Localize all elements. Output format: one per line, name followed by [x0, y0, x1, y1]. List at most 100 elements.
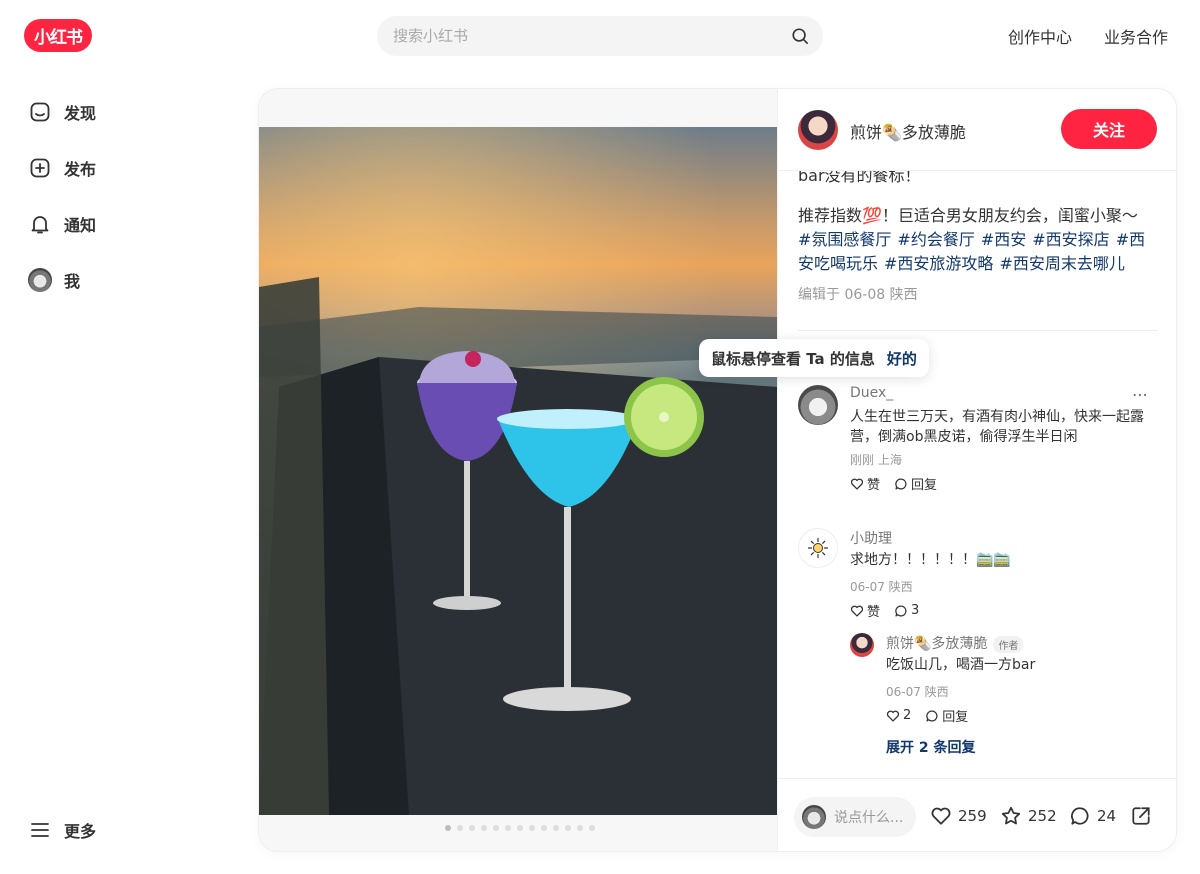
pagination-dot[interactable] — [469, 825, 475, 831]
sidebar-item-publish[interactable]: 发布 — [16, 144, 226, 192]
pagination-dot[interactable] — [541, 825, 547, 831]
top-bar: 小红书 创作中心 业务合作 — [0, 0, 1200, 72]
author-name[interactable]: 煎饼🌯多放薄脆 — [850, 119, 966, 143]
tag-link[interactable]: #西安探店 — [1032, 230, 1109, 249]
tooltip-ok-button[interactable]: 好的 — [887, 348, 917, 369]
creator-center-link[interactable]: 创作中心 — [1008, 24, 1072, 48]
engage-bar: 说点什么... 259 252 24 — [778, 778, 1176, 851]
tag-link[interactable]: #西安周末去哪儿 — [999, 254, 1124, 273]
reply-item: 煎饼🌯多放薄脆 作者 吃饭山几，喝酒一方bar 06-07 陕西 2 回复 — [850, 633, 1150, 725]
search-icon[interactable] — [791, 27, 809, 45]
pagination-dot[interactable] — [493, 825, 499, 831]
tag-link[interactable]: #约会餐厅 — [897, 230, 974, 249]
avatar — [802, 805, 826, 829]
comment-text: 求地方！！！！！！🚞🚞 — [850, 552, 1011, 568]
search-input[interactable] — [393, 16, 773, 56]
note-photo[interactable] — [259, 127, 777, 815]
image-pagination[interactable] — [445, 825, 595, 831]
search-box[interactable] — [377, 16, 823, 56]
divider — [798, 330, 1158, 331]
sidebar-item-discover[interactable]: 发现 — [16, 88, 226, 136]
pagination-dot[interactable] — [517, 825, 523, 831]
edit-meta: 编辑于 06-08 陕西 — [798, 287, 918, 303]
sidebar-item-label: 更多 — [64, 822, 97, 841]
heart-icon — [850, 605, 864, 617]
reply-button[interactable]: 回复 — [894, 474, 937, 493]
sun-icon — [807, 537, 829, 559]
follow-button[interactable]: 关注 — [1061, 109, 1157, 149]
collect-button[interactable]: 252 — [1000, 805, 1057, 827]
collect-count: 252 — [1028, 807, 1057, 825]
comment-item: 小助理 求地方！！！！！！🚞🚞 06-07 陕西 赞 3 — [798, 528, 1158, 628]
pagination-dot[interactable] — [529, 825, 535, 831]
pagination-dot[interactable] — [481, 825, 487, 831]
avatar — [28, 268, 52, 292]
hover-tip-popup: 鼠标悬停查看 Ta 的信息 好的 — [699, 339, 929, 377]
reply-actions: 2 回复 — [886, 706, 968, 725]
tag-link[interactable]: #西安 — [981, 230, 1026, 249]
reply-button[interactable]: 3 — [894, 603, 919, 618]
plus-icon — [28, 156, 52, 180]
sidebar-item-label: 我 — [64, 272, 81, 291]
comment-input[interactable]: 说点什么... — [794, 797, 916, 837]
share-icon — [1132, 807, 1150, 825]
logo[interactable]: 小红书 — [24, 19, 92, 52]
heart-icon — [931, 807, 951, 825]
comment-icon — [926, 709, 938, 722]
avatar[interactable] — [798, 385, 838, 425]
tag-link[interactable]: #西安旅游攻略 — [884, 254, 993, 273]
pagination-dot[interactable] — [505, 825, 511, 831]
comment-item: Duex_ ⋯ 人生在世三万天，有酒有肉小神仙，快来一起露营，倒满ob黑皮诺，偷… — [798, 385, 1158, 495]
comment-meta: 06-07 陕西 — [850, 580, 913, 594]
sidebar-item-me[interactable]: 我 — [16, 256, 226, 304]
comment-text: 人生在世三万天，有酒有肉小神仙，快来一起露营，倒满ob黑皮诺，偷得浮生半日闲 — [850, 409, 1144, 445]
reply-text: 吃饭山几，喝酒一方bar — [886, 657, 1036, 673]
pagination-dot[interactable] — [445, 825, 451, 831]
cocktail-image — [259, 127, 777, 815]
pagination-dot[interactable] — [553, 825, 559, 831]
note-desc: 推荐指数💯！巨适合男女朋友约会，闺蜜小聚～ — [798, 206, 1138, 225]
reply-button[interactable]: 回复 — [925, 706, 968, 725]
avatar[interactable] — [798, 528, 838, 568]
author-avatar[interactable] — [798, 110, 838, 150]
comment-actions: 赞 回复 — [850, 474, 937, 493]
note-panel: bar没有的餐标！ 推荐指数💯！巨适合男女朋友约会，闺蜜小聚～ #氛围感餐厅 #约… — [777, 89, 1176, 851]
tag-link[interactable]: #氛围感餐厅 — [798, 230, 891, 249]
comment-button[interactable]: 24 — [1069, 805, 1116, 827]
sidebar-item-label: 发现 — [64, 104, 97, 123]
pagination-dot[interactable] — [589, 825, 595, 831]
like-button[interactable]: 2 — [886, 708, 911, 723]
like-button[interactable]: 赞 — [850, 601, 880, 620]
comment-icon — [895, 604, 907, 617]
share-button[interactable] — [1130, 805, 1152, 827]
comment-author[interactable]: 小助理 — [850, 528, 892, 548]
heart-icon — [850, 478, 864, 490]
author-bar: 煎饼🌯多放薄脆 关注 — [778, 89, 1176, 171]
pagination-dot[interactable] — [457, 825, 463, 831]
like-button[interactable]: 259 — [930, 805, 987, 827]
media-viewer[interactable] — [259, 89, 777, 851]
comment-icon — [1071, 807, 1089, 825]
pagination-dot[interactable] — [565, 825, 571, 831]
star-icon — [1001, 806, 1021, 825]
like-button[interactable]: 赞 — [850, 474, 880, 493]
pagination-dot[interactable] — [577, 825, 583, 831]
business-link[interactable]: 业务合作 — [1104, 24, 1168, 48]
comment-actions: 赞 3 — [850, 601, 919, 620]
heart-icon — [886, 710, 900, 722]
expand-replies-link[interactable]: 展开 2 条回复 — [886, 737, 976, 757]
avatar[interactable] — [850, 633, 874, 657]
author-badge: 作者 — [993, 635, 1024, 653]
sidebar-item-label: 通知 — [64, 216, 97, 235]
sidebar-item-more[interactable]: 更多 — [16, 806, 226, 854]
comment-input-placeholder: 说点什么... — [834, 810, 904, 826]
comment-author[interactable]: Duex_ — [850, 385, 893, 401]
reply-author[interactable]: 煎饼🌯多放薄脆 作者 — [886, 633, 1024, 653]
sidebar-item-notifications[interactable]: 通知 — [16, 200, 226, 248]
more-icon[interactable]: ⋯ — [1132, 385, 1148, 404]
note-tags: #氛围感餐厅 #约会餐厅 #西安 #西安探店 #西安吃喝玩乐 #西安旅游攻略 #西安周末去哪… — [798, 228, 1158, 276]
sidebar-item-label: 发布 — [64, 160, 97, 179]
note-content: bar没有的餐标！ 推荐指数💯！巨适合男女朋友约会，闺蜜小聚～ #氛围感餐厅 #约… — [798, 159, 1158, 304]
tooltip-text: 鼠标悬停查看 Ta 的信息 — [711, 349, 875, 368]
comment-meta: 刚刚 上海 — [850, 453, 902, 467]
